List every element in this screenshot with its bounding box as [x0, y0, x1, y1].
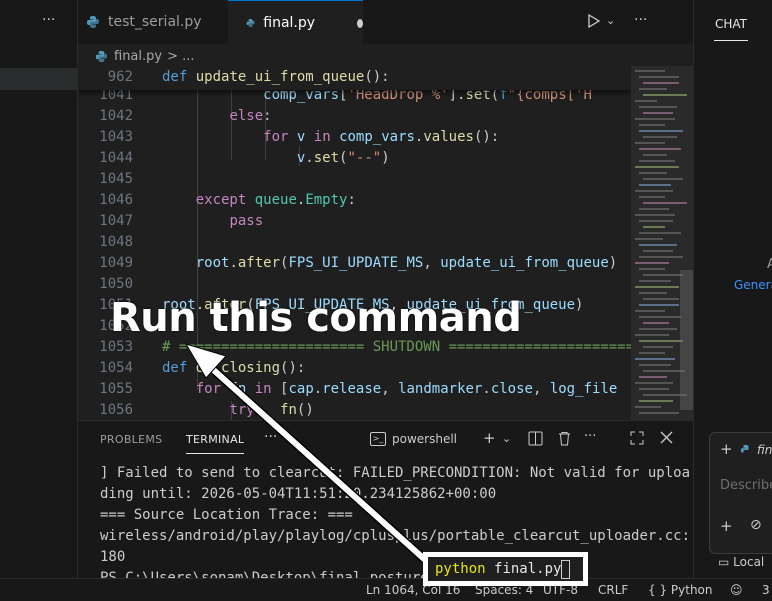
line-number: 1050: [99, 276, 133, 292]
line-number: 1054: [99, 360, 133, 376]
chat-title-underline: [714, 40, 748, 41]
status-bar: Ln 1064, Col 16 Spaces: 4 UTF-8 CRLF { }…: [0, 578, 772, 601]
code-line: def on_closing():: [162, 360, 306, 376]
annotation-label: Run this command: [110, 295, 522, 341]
run-icon[interactable]: [587, 14, 601, 28]
code-line: for v in comp_vars.values():: [263, 129, 500, 145]
terminal-command[interactable]: python final.py: [435, 561, 561, 577]
tab-final[interactable]: final.py: [228, 0, 363, 45]
chat-context-file[interactable]: fina: [757, 443, 772, 457]
tab-test-serial[interactable]: test_serial.py: [86, 0, 226, 44]
terminal-icon: >_: [370, 432, 386, 446]
attach-icon[interactable]: ⊘: [750, 517, 762, 533]
copilot-icon[interactable]: ☺: [730, 583, 743, 597]
panel-more-button[interactable]: ···: [584, 429, 596, 444]
notification-count[interactable]: 3: [762, 583, 770, 597]
editor-scrollbar-thumb[interactable]: [680, 270, 693, 410]
line-number: 1046: [99, 192, 133, 208]
terminal-line: ding until: 2026-05-04T11:51:20.23412586…: [100, 486, 497, 502]
line-number: 1047: [99, 213, 133, 229]
terminal-cursor: [561, 560, 570, 579]
eol-setting[interactable]: CRLF: [598, 583, 628, 597]
close-icon[interactable]: [660, 431, 673, 444]
tab-label: final.py: [263, 15, 316, 31]
sidebar-selected-item[interactable]: [0, 68, 77, 90]
shell-name: powershell: [392, 432, 457, 446]
code-editor[interactable]: 962 def update_ui_from_queue(): 1041 com…: [78, 66, 631, 420]
tab-problems[interactable]: PROBLEMS: [100, 433, 162, 446]
add-icon[interactable]: +: [720, 517, 733, 535]
code-line: for fn in [cap.release, landmarker.close…: [195, 381, 618, 397]
explorer-sidebar: ···: [0, 0, 78, 600]
terminal-line: ] Failed to send to clearcut: FAILED_PRE…: [100, 465, 691, 481]
chat-local-selector[interactable]: ▭ Local: [718, 555, 764, 569]
line-number: 1044: [99, 150, 133, 166]
code-line: def update_ui_from_queue():: [162, 69, 390, 85]
unsaved-dot-icon[interactable]: [357, 18, 363, 28]
python-file-icon: [740, 444, 749, 453]
bottom-panel: PROBLEMS TERMINAL ··· >_ powershell + ⌄ …: [78, 420, 693, 586]
tab-label: test_serial.py: [108, 14, 202, 30]
terminal-line: 180: [100, 549, 126, 565]
new-terminal-icon[interactable]: +: [483, 429, 496, 447]
terminal-shell-selector[interactable]: >_ powershell: [370, 432, 457, 446]
chat-input-box[interactable]: + fina Describe + ⊘: [709, 432, 772, 554]
sticky-scroll-header[interactable]: 962 def update_ui_from_queue():: [78, 66, 631, 90]
breadcrumb: final.py > ...: [95, 46, 195, 66]
terminal-line: === Source Location Trace: ===: [100, 507, 353, 523]
chat-link[interactable]: Genera: [734, 278, 772, 292]
panel-more-button[interactable]: ···: [264, 429, 277, 445]
chat-title[interactable]: CHAT: [715, 17, 747, 31]
line-number: 962: [107, 69, 133, 85]
chat-input-placeholder[interactable]: Describe: [720, 478, 772, 493]
add-context-icon[interactable]: +: [720, 440, 733, 458]
code-line: # ====================== SHUTDOWN ======…: [162, 339, 631, 355]
line-number: 1045: [99, 171, 133, 187]
chevron-down-icon[interactable]: ⌄: [606, 14, 615, 27]
line-number: 1048: [99, 234, 133, 250]
line-number: 1042: [99, 108, 133, 124]
line-number: 1056: [99, 402, 133, 418]
python-file-icon: [246, 19, 255, 27]
code-line: v.set("--"): [296, 150, 390, 166]
code-line: root.after(FPS_UI_UPDATE_MS, update_ui_f…: [195, 255, 618, 271]
code-line: try: fn(): [229, 402, 314, 418]
split-terminal-icon[interactable]: [528, 431, 543, 446]
line-number: 1055: [99, 381, 133, 397]
python-file-icon: [95, 50, 108, 62]
maximize-icon[interactable]: [630, 431, 644, 445]
breadcrumb-more[interactable]: > ...: [167, 49, 194, 64]
language-mode[interactable]: { } Python: [648, 583, 713, 597]
code-line: pass: [229, 213, 264, 229]
tab-terminal[interactable]: TERMINAL: [186, 433, 244, 446]
editor-more-button[interactable]: ···: [634, 12, 647, 28]
terminal-output[interactable]: ] Failed to send to clearcut: FAILED_PRE…: [100, 463, 690, 589]
active-tab-underline: [186, 453, 244, 454]
code-line: else:: [229, 108, 272, 124]
sidebar-more-button[interactable]: ···: [42, 12, 55, 28]
breadcrumb-file[interactable]: final.py: [114, 49, 162, 64]
terminal-line: wireless/android/play/playlog/cplusplus/…: [100, 528, 691, 544]
code-line: except queue.Empty:: [195, 192, 356, 208]
chat-panel: CHAT A Genera + fina Describe + ⊘ ▭ Loca…: [693, 0, 772, 600]
line-number: 1043: [99, 129, 133, 145]
line-number: 1053: [99, 339, 133, 355]
editor-tab-bar: test_serial.py final.py ⌄ ···: [78, 0, 693, 45]
chat-letter: A: [767, 257, 772, 272]
trash-icon[interactable]: [557, 431, 572, 446]
python-file-icon: [87, 16, 99, 28]
chevron-down-icon[interactable]: ⌄: [502, 432, 511, 445]
line-number: 1049: [99, 255, 133, 271]
